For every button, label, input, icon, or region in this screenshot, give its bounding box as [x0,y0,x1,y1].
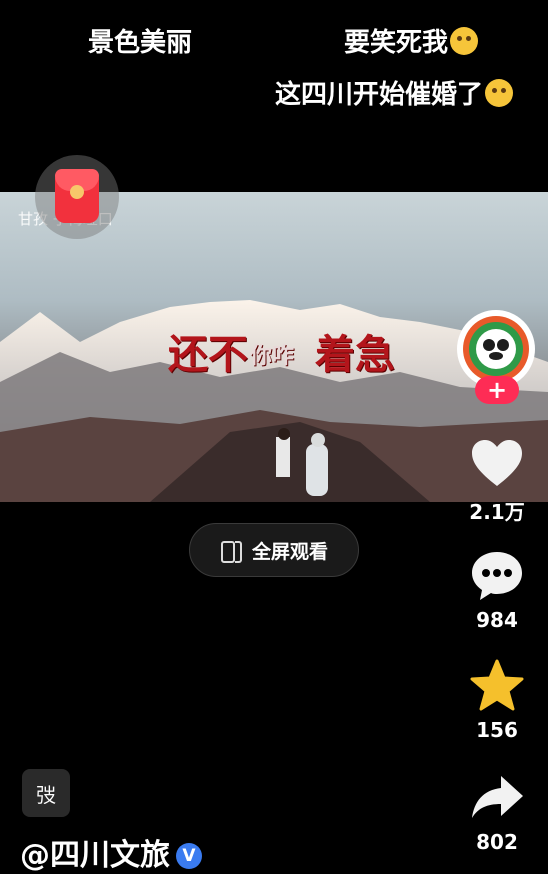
red-packet-button[interactable] [35,155,119,239]
share-count: 802 [476,830,518,854]
fullscreen-icon [220,539,242,563]
author-name[interactable]: @四川文旅 V [20,830,202,874]
video-overlay-text: 着急 [315,331,395,378]
like-button[interactable]: 2.1万 [455,436,539,525]
coin-icon [70,185,84,199]
video-overlay-text: 你咋 [250,343,295,369]
comment-count: 984 [476,608,518,632]
fullscreen-label: 全屏观看 [251,540,328,563]
laughing-emoji-icon [485,79,514,107]
shocked-emoji-icon [450,27,479,55]
verified-badge-icon: V [176,843,202,869]
share-button[interactable]: 802 [455,770,539,854]
author-handle: @四川文旅 [20,838,170,873]
favorite-count: 156 [476,718,518,742]
panda-logo-icon [463,316,529,382]
comment-button[interactable]: 984 [455,548,539,632]
like-count: 2.1万 [469,500,525,524]
video-overlay-text: 还不 [168,331,248,378]
danmaku-comment: 要笑死我 [344,22,479,59]
fullscreen-button[interactable]: 全屏观看 [189,523,359,577]
star-icon [469,658,525,714]
draft-box-button[interactable]: 弢 [22,769,70,817]
favorite-button[interactable]: 156 [455,658,539,742]
follow-button[interactable]: + [475,376,519,404]
danmaku-comment: 这四川开始催婚了 [275,74,514,111]
danmaku-text: 要笑死我 [344,28,449,58]
share-arrow-icon [469,770,525,826]
heart-icon [469,436,525,492]
comment-icon [469,548,525,604]
danmaku-text: 这四川开始催婚了 [275,80,484,110]
danmaku-comment: 景色美丽 [88,28,193,58]
